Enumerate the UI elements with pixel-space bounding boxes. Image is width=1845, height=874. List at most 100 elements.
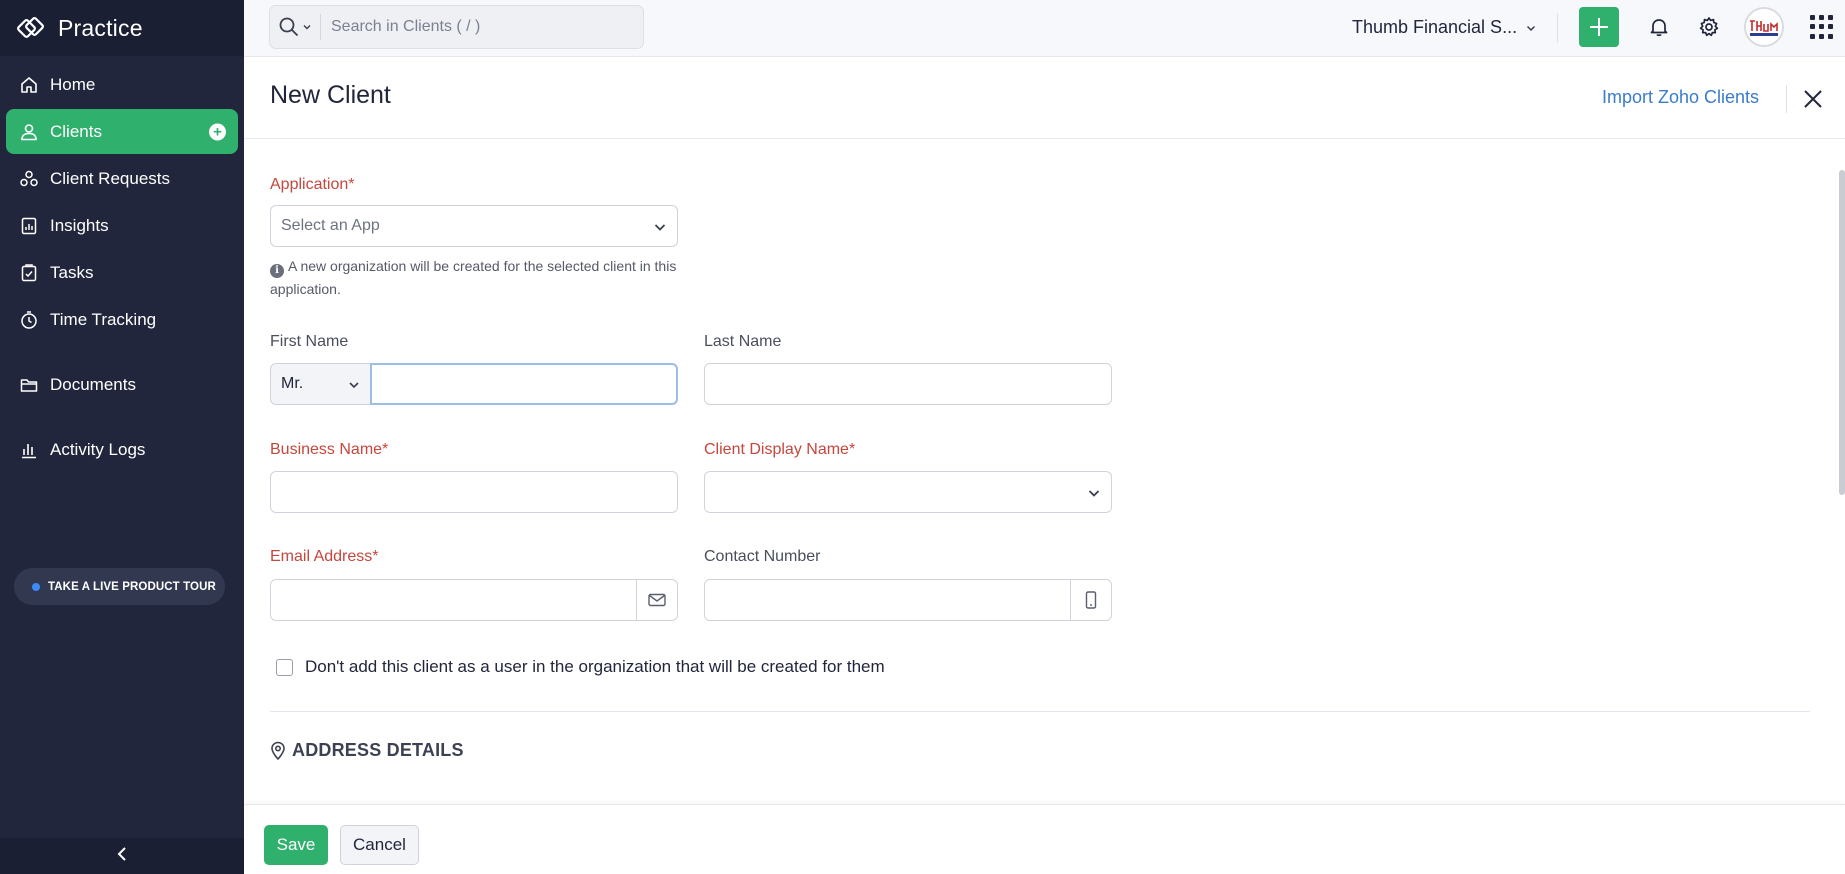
tasks-icon	[18, 262, 40, 284]
gear-icon	[1699, 17, 1719, 37]
application-hint-text: A new organization will be created for t…	[270, 258, 677, 297]
sidebar-item-insights[interactable]: Insights	[6, 203, 238, 248]
add-client-icon[interactable]: +	[209, 123, 226, 140]
sidebar-item-label: Tasks	[50, 262, 94, 282]
folder-icon	[18, 374, 40, 396]
location-pin-icon	[271, 741, 285, 760]
skip-user-checkbox-row[interactable]: Don't add this client as a user in the o…	[276, 657, 885, 677]
email-address-label: Email Address*	[270, 548, 379, 565]
timer-icon	[18, 309, 40, 331]
client-display-name-label: Client Display Name*	[704, 441, 856, 458]
page-title: New Client	[270, 81, 391, 109]
email-address-input[interactable]	[271, 580, 636, 620]
address-details-header[interactable]: ADDRESS DETAILS	[270, 740, 464, 761]
sidebar-item-label: Client Requests	[50, 168, 171, 188]
topbar-divider	[1557, 13, 1558, 43]
form-footer: Save Cancel	[244, 804, 1845, 874]
sidebar-item-activity-logs[interactable]: Activity Logs	[6, 427, 238, 472]
settings-button[interactable]	[1696, 14, 1722, 40]
sidebar-item-label: Activity Logs	[50, 439, 146, 459]
brand[interactable]: Practice	[0, 0, 244, 56]
last-name-label: Last Name	[704, 333, 782, 350]
sidebar-item-client-requests[interactable]: Client Requests	[6, 156, 238, 201]
chevron-down-icon	[1088, 490, 1100, 497]
sidebar-item-clients[interactable]: Clients +	[6, 109, 238, 154]
salutation-value: Mr.	[281, 375, 304, 392]
practice-logo-icon	[15, 13, 46, 44]
mobile-phone-icon	[1085, 591, 1097, 609]
page-header: New Client Import Zoho Clients	[244, 57, 1845, 139]
application-label: Application*	[270, 176, 355, 193]
email-addon	[636, 580, 677, 620]
chevron-down-icon	[654, 224, 666, 231]
contact-number-input[interactable]	[705, 580, 1070, 620]
nav-spacer	[0, 344, 244, 362]
form-scrollbar-thumb[interactable]	[1839, 170, 1845, 495]
sidebar-nav: Home Clients + Client Requests Insights	[0, 56, 244, 472]
mail-icon	[648, 593, 666, 607]
application-select[interactable]: Select an App	[270, 205, 678, 247]
avatar-image-icon	[1746, 9, 1782, 45]
contact-number-field	[704, 579, 1112, 621]
user-avatar[interactable]	[1744, 7, 1784, 47]
sidebar-item-home[interactable]: Home	[6, 62, 238, 107]
close-icon	[1804, 90, 1822, 108]
search-box[interactable]	[269, 5, 644, 49]
organization-name: Thumb Financial S...	[1352, 17, 1518, 37]
tour-dot-icon	[32, 582, 40, 591]
bell-icon	[1650, 19, 1668, 37]
chevron-down-icon	[1527, 25, 1536, 31]
chevron-down-icon	[303, 25, 311, 30]
chevron-down-icon	[349, 382, 359, 389]
sidebar-item-time-tracking[interactable]: Time Tracking	[6, 297, 238, 342]
user-icon	[18, 121, 40, 143]
sidebar-item-label: Home	[50, 74, 96, 94]
section-divider	[270, 711, 1810, 712]
contact-number-label: Contact Number	[704, 548, 821, 565]
chevron-left-icon	[115, 846, 129, 867]
app-name: Practice	[58, 14, 143, 41]
info-icon: i	[270, 264, 284, 278]
save-button[interactable]: Save	[264, 825, 328, 865]
application-hint: iA new organization will be created for …	[270, 255, 690, 300]
import-zoho-clients-link[interactable]: Import Zoho Clients	[1602, 87, 1759, 108]
product-tour-button[interactable]: TAKE A LIVE PRODUCT TOUR	[14, 568, 225, 605]
address-details-title: ADDRESS DETAILS	[292, 740, 464, 760]
sidebar-item-label: Documents	[50, 374, 136, 394]
phone-addon	[1070, 580, 1111, 620]
sidebar-item-label: Clients	[50, 121, 102, 141]
skip-user-checkbox-label: Don't add this client as a user in the o…	[305, 657, 885, 676]
client-display-name-select[interactable]	[704, 471, 1112, 513]
business-name-input[interactable]	[270, 471, 678, 513]
notifications-button[interactable]	[1646, 14, 1672, 40]
application-select-value: Select an App	[281, 217, 380, 234]
collapse-sidebar-button[interactable]	[0, 838, 244, 874]
bar-chart-icon	[18, 439, 40, 461]
cancel-button[interactable]: Cancel	[340, 825, 419, 865]
header-divider	[1786, 85, 1787, 113]
business-name-label: Business Name*	[270, 441, 389, 458]
top-bar: Thumb Financial S...	[244, 0, 1845, 57]
last-name-input[interactable]	[704, 363, 1112, 405]
plus-icon	[1590, 18, 1608, 36]
sidebar-item-tasks[interactable]: Tasks	[6, 250, 238, 295]
requests-icon	[18, 168, 40, 190]
sidebar-item-documents[interactable]: Documents	[6, 362, 238, 407]
close-button[interactable]	[1798, 84, 1828, 114]
product-tour-label: TAKE A LIVE PRODUCT TOUR	[48, 580, 216, 593]
search-icon[interactable]	[278, 14, 321, 40]
quick-create-button[interactable]	[1579, 7, 1619, 47]
salutation-select[interactable]: Mr.	[270, 363, 370, 405]
home-icon	[18, 74, 40, 96]
app-launcher-grid-icon[interactable]	[1810, 15, 1834, 39]
sidebar: Practice Home Clients + Client Requests	[0, 0, 244, 874]
organization-switcher[interactable]: Thumb Financial S...	[1352, 17, 1537, 38]
nav-spacer	[0, 409, 244, 427]
search-input[interactable]	[321, 18, 621, 36]
first-name-label: First Name	[270, 333, 349, 350]
first-name-input[interactable]	[370, 363, 678, 405]
sidebar-item-label: Insights	[50, 215, 109, 235]
new-client-form: Application* Select an App iA new organi…	[270, 139, 1810, 804]
email-field	[270, 579, 678, 621]
skip-user-checkbox[interactable]	[276, 658, 293, 676]
